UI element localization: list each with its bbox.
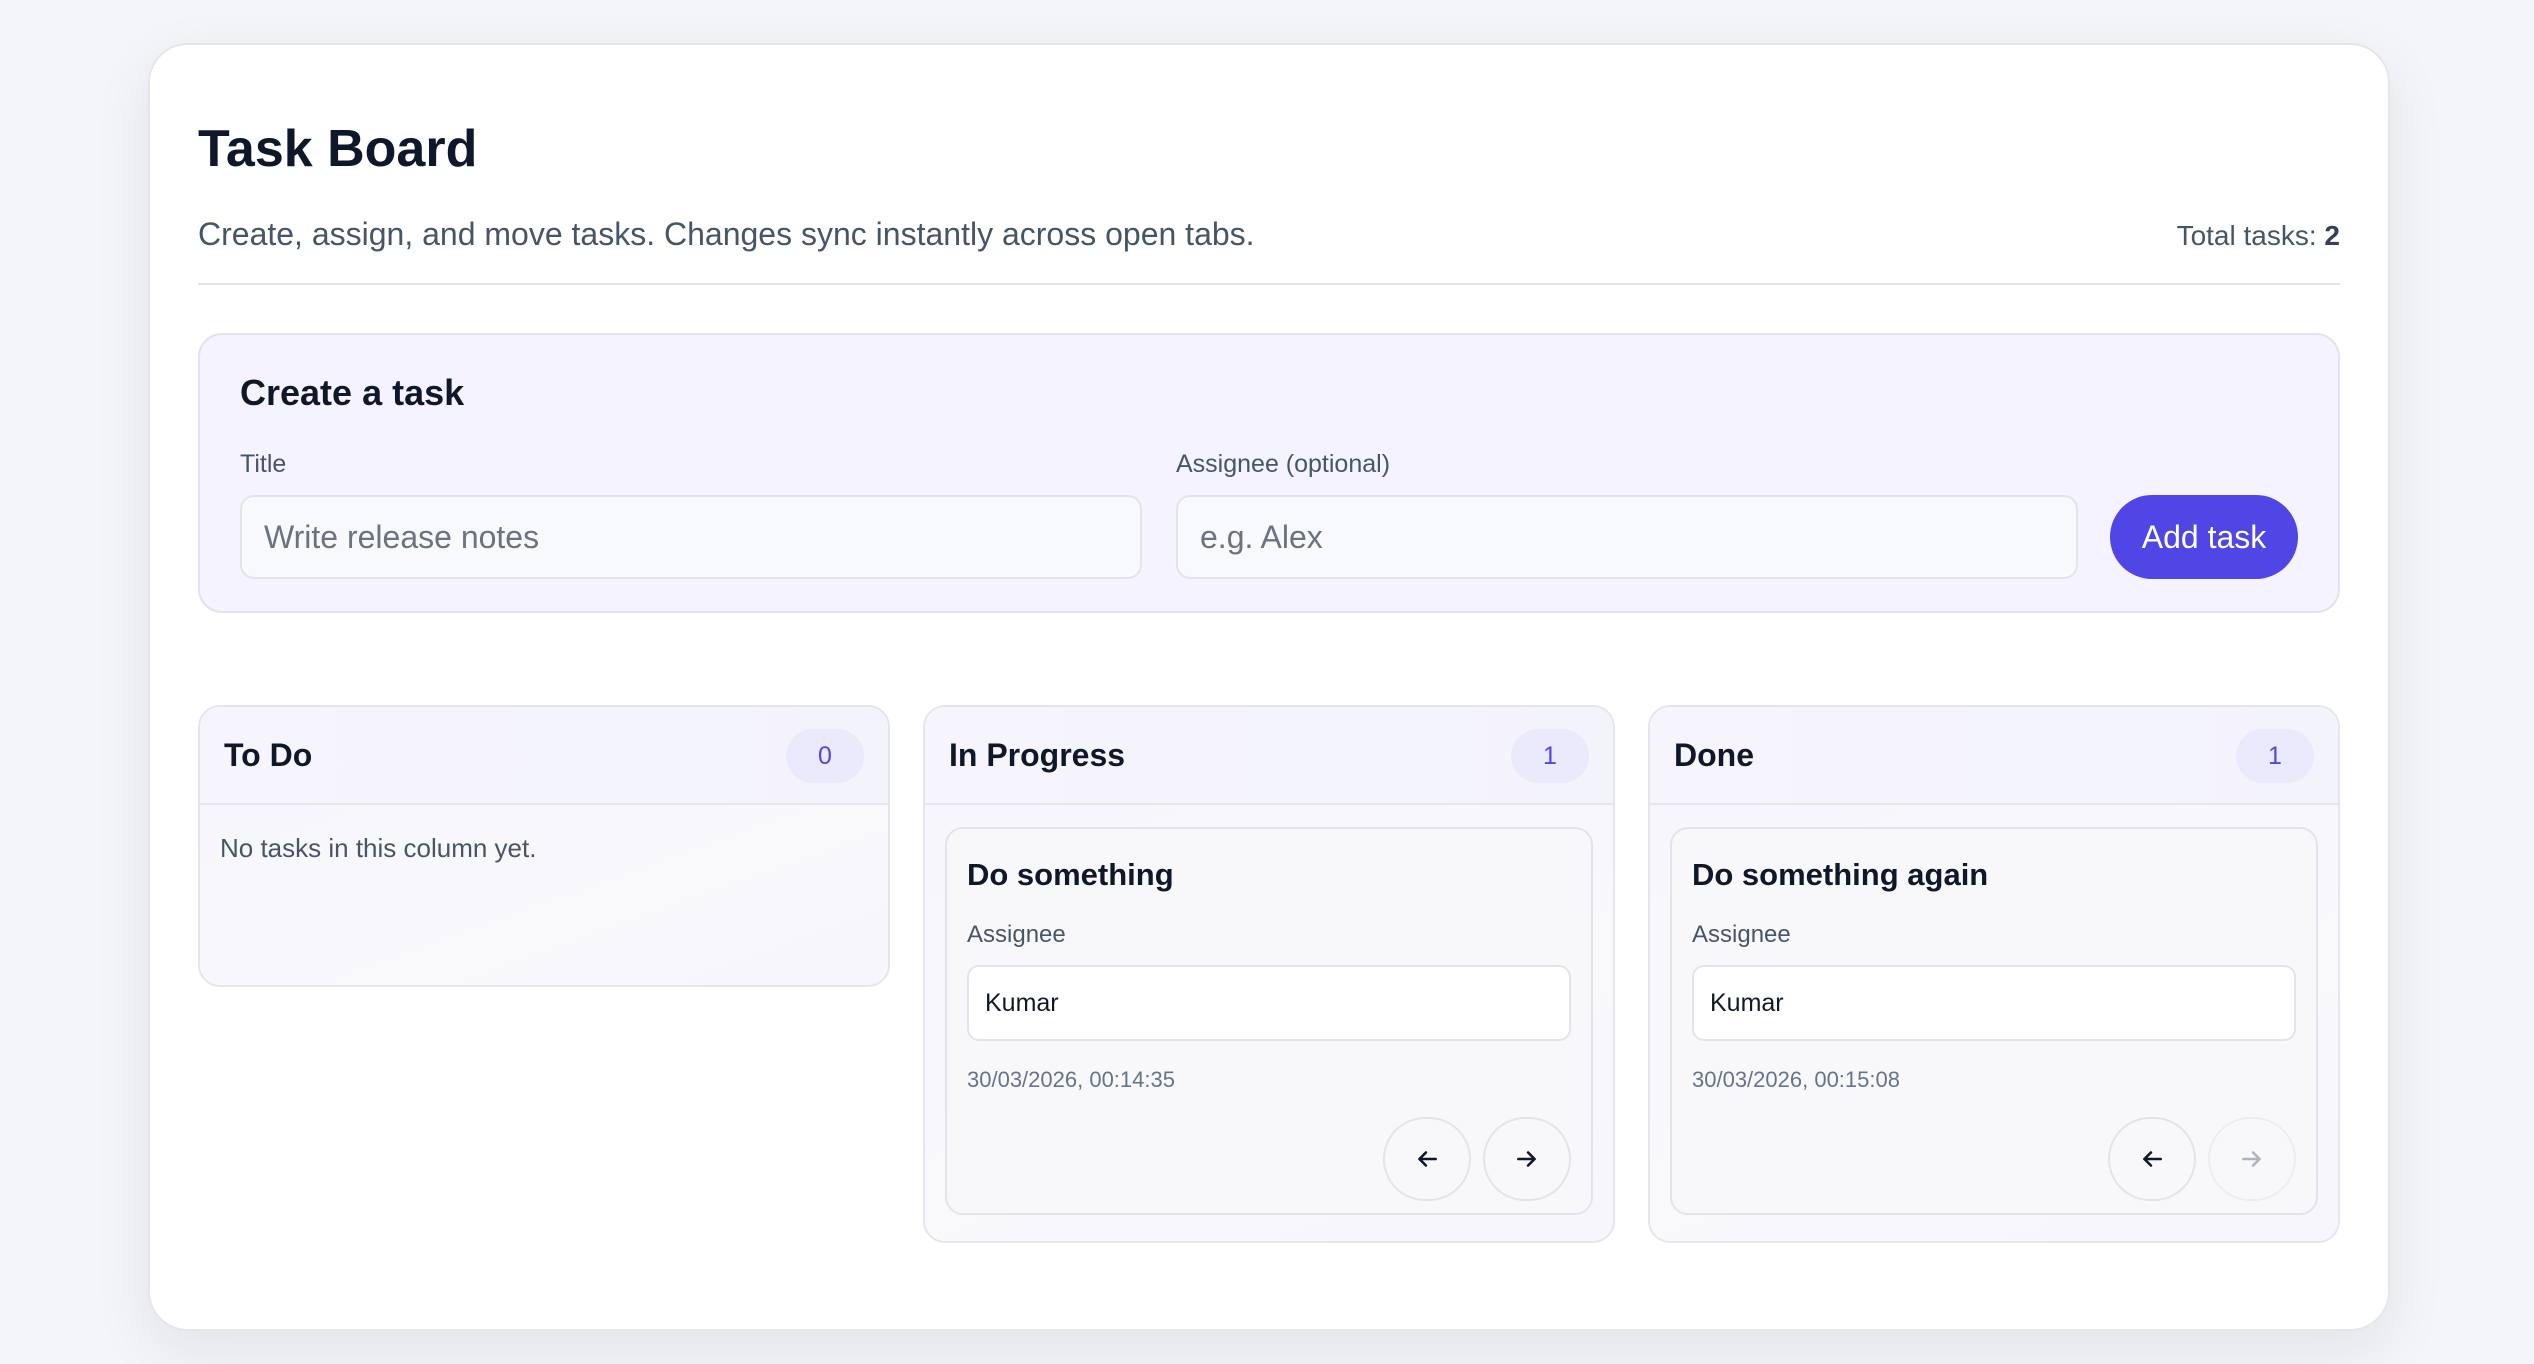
column-body-in-progress: Do something Assignee 30/03/2026, 00:14:…: [925, 805, 1613, 1241]
column-count-in-progress: 1: [1511, 729, 1589, 783]
arrow-left-icon: [1418, 1151, 1437, 1167]
column-header-done: Done 1: [1650, 707, 2338, 805]
column-title-in-progress: In Progress: [949, 737, 1126, 773]
add-task-button[interactable]: Add task: [2110, 495, 2298, 579]
column-done: Done 1 Do something again Assignee 30/03…: [1648, 705, 2340, 1243]
title-field-label: Title: [240, 450, 287, 478]
move-right-button[interactable]: [1483, 1117, 1571, 1201]
create-task-heading: Create a task: [240, 372, 465, 413]
total-tasks-label: Total tasks:: [2176, 220, 2317, 251]
arrow-right-icon: [2242, 1151, 2261, 1167]
column-title-done: Done: [1674, 737, 1754, 773]
task-title: Do something again: [1692, 857, 1989, 892]
page-subtitle: Create, assign, and move tasks. Changes …: [198, 216, 1255, 252]
task-board-card: Task Board Create, assign, and move task…: [148, 43, 2390, 1331]
task-assignee-label: Assignee: [967, 921, 1066, 948]
arrow-right-icon: [1517, 1151, 1536, 1167]
page-title: Task Board: [198, 120, 478, 178]
task-assignee-label: Assignee: [1692, 921, 1791, 948]
column-count-todo: 0: [786, 729, 864, 783]
column-title-todo: To Do: [224, 737, 313, 773]
column-header-in-progress: In Progress 1: [925, 707, 1613, 805]
task-assignee-input[interactable]: [967, 965, 1571, 1041]
column-header-todo: To Do 0: [200, 707, 888, 805]
task-timestamp: 30/03/2026, 00:15:08: [1692, 1067, 1900, 1092]
move-left-button[interactable]: [1383, 1117, 1471, 1201]
assignee-input[interactable]: [1176, 495, 2078, 579]
task-timestamp: 30/03/2026, 00:14:35: [967, 1067, 1175, 1092]
move-right-button[interactable]: [2208, 1117, 2296, 1201]
arrow-left-icon: [2143, 1151, 2162, 1167]
task-title: Do something: [967, 857, 1174, 892]
assignee-field-label: Assignee (optional): [1176, 450, 1391, 478]
column-in-progress: In Progress 1 Do something Assignee 30/0…: [923, 705, 1615, 1243]
create-task-panel: Create a task Title Assignee (optional) …: [198, 333, 2340, 613]
column-body-todo: No tasks in this column yet.: [200, 805, 888, 985]
title-input[interactable]: [240, 495, 1142, 579]
task-assignee-input[interactable]: [1692, 965, 2296, 1041]
column-count-done: 1: [2236, 729, 2314, 783]
task-card: Do something Assignee 30/03/2026, 00:14:…: [945, 827, 1593, 1215]
total-tasks-count: 2: [2324, 220, 2340, 251]
move-left-button[interactable]: [2108, 1117, 2196, 1201]
column-body-done: Do something again Assignee 30/03/2026, …: [1650, 805, 2338, 1241]
column-todo: To Do 0 No tasks in this column yet.: [198, 705, 890, 987]
task-card: Do something again Assignee 30/03/2026, …: [1670, 827, 2318, 1215]
empty-column-message: No tasks in this column yet.: [220, 833, 537, 863]
total-tasks: Total tasks: 2: [2177, 219, 2340, 253]
header-divider: [198, 283, 2340, 285]
